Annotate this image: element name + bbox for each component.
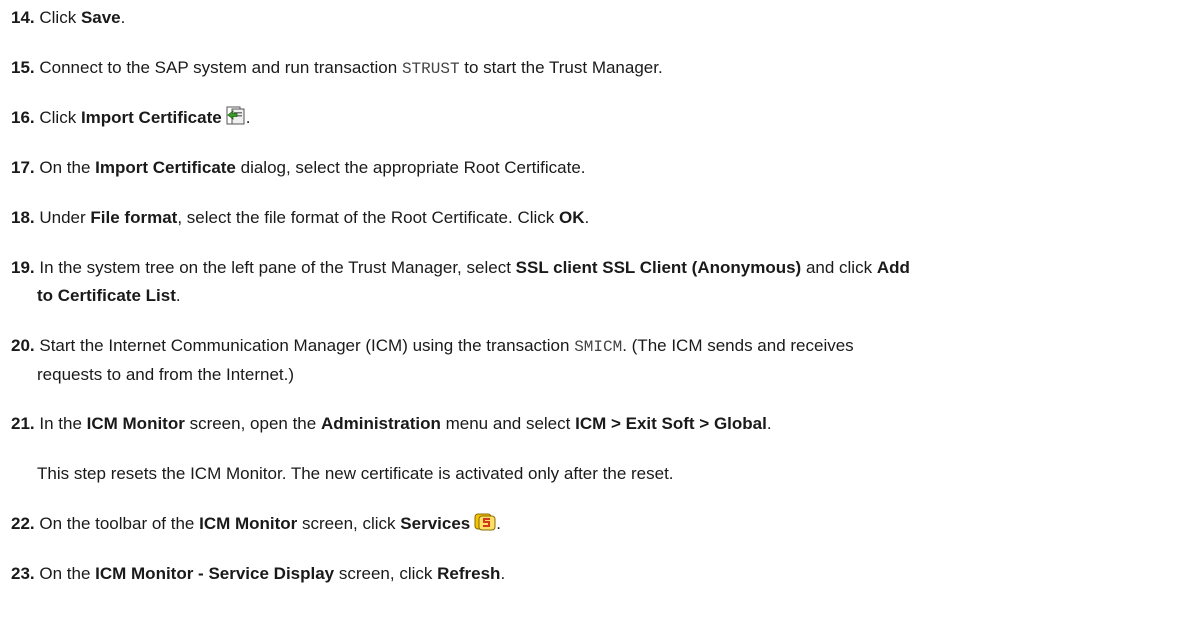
import-certificate-icon: [226, 106, 246, 135]
step-17: 17. On the Import Certificate dialog, se…: [11, 158, 586, 177]
services-icon: [474, 512, 496, 541]
step-20: 20. Start the Internet Communication Man…: [11, 332, 1161, 389]
step-21-note: This step resets the ICM Monitor. The ne…: [37, 464, 674, 483]
step-20-line-2: requests to and from the Internet.): [37, 365, 295, 384]
step-22: 22. On the toolbar of the ICM Monitor sc…: [11, 510, 1161, 541]
step-14: 14. Click Save.: [11, 8, 126, 27]
step-23: 23. On the ICM Monitor - Service Display…: [11, 564, 506, 583]
step-18: 18. Under File format, select the file f…: [11, 208, 590, 227]
instruction-steps: 14. Click Save. 15. Connect to the SAP s…: [0, 0, 1177, 641]
step-15: 15. Connect to the SAP system and run tr…: [11, 58, 663, 78]
step-16: 16. Click Import Certificate .: [11, 104, 1161, 135]
step-20-line-1: 20. Start the Internet Communication Man…: [11, 336, 854, 356]
step-19-line-1: 19. In the system tree on the left pane …: [11, 258, 910, 277]
step-21: 21. In the ICM Monitor screen, open the …: [11, 414, 772, 433]
step-19-line-2: to Certificate List.: [37, 286, 181, 305]
transaction-code: STRUST: [401, 60, 460, 78]
transaction-code: SMICM: [574, 338, 623, 356]
step-19: 19. In the system tree on the left pane …: [11, 254, 1161, 310]
